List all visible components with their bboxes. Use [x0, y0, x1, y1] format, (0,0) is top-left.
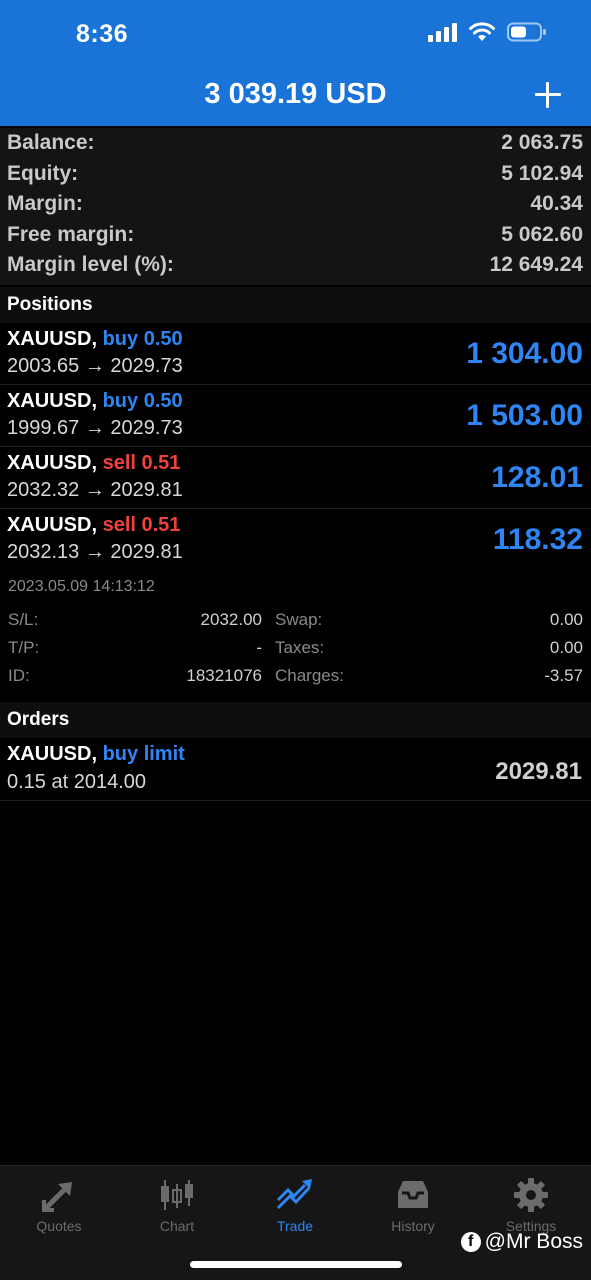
detail-label: S/L: — [8, 610, 39, 629]
position-symbol-line: XAUUSD, buy 0.50 — [7, 328, 183, 351]
position-profit: 1 503.00 — [466, 399, 583, 432]
position-symbol-line: XAUUSD, sell 0.51 — [7, 452, 180, 475]
position-symbol-line: XAUUSD, buy 0.50 — [7, 390, 183, 413]
detail-row: ID: 18321076 Charges: -3.57 — [0, 666, 591, 694]
tab-quotes[interactable]: Quotes — [0, 1176, 118, 1234]
position-prices: 2032.13 → 2029.81 — [7, 541, 183, 563]
summary-value: 12 649.24 — [489, 253, 583, 277]
account-summary: Balance: 2 063.75 Equity: 5 102.94 Margi… — [0, 128, 591, 285]
detail-value: 0.00 — [549, 610, 583, 629]
position-symbol: XAUUSD, — [7, 390, 98, 412]
tab-label: Quotes — [36, 1218, 82, 1234]
summary-value: 2 063.75 — [501, 131, 583, 155]
detail-row: S/L: 2032.00 Swap: 0.00 — [0, 610, 591, 638]
detail-label: Charges: — [275, 666, 344, 685]
trade-trend-icon — [236, 1176, 354, 1214]
summary-value: 40.34 — [530, 192, 583, 216]
detail-label: Taxes: — [275, 638, 325, 657]
summary-label: Margin level (%): — [7, 253, 174, 277]
summary-row-balance: Balance: 2 063.75 — [0, 128, 591, 159]
cellular-signal-icon — [428, 22, 457, 42]
tab-label: Chart — [159, 1218, 195, 1234]
summary-label: Balance: — [7, 131, 95, 155]
watermark-text: @Mr Boss — [484, 1230, 583, 1253]
facebook-icon: f — [460, 1232, 481, 1252]
summary-label: Equity: — [7, 161, 79, 185]
detail-value: - — [256, 638, 262, 657]
tab-label: Trade — [276, 1218, 314, 1234]
position-profit: 1 304.00 — [466, 337, 583, 370]
candlestick-icon — [118, 1176, 236, 1214]
position-symbol: XAUUSD, — [7, 514, 98, 536]
tab-chart[interactable]: Chart — [118, 1176, 236, 1234]
tab-history[interactable]: History — [354, 1176, 472, 1234]
summary-value: 5 062.60 — [501, 222, 583, 246]
position-profit: 128.01 — [491, 461, 583, 494]
detail-value: 18321076 — [186, 666, 262, 685]
summary-label: Margin: — [7, 192, 83, 216]
order-row[interactable]: XAUUSD, buy limit 0.15 at 2014.00 2029.8… — [0, 738, 591, 801]
watermark: f @Mr Boss — [460, 1230, 583, 1254]
order-symbol-line: XAUUSD, buy limit — [7, 743, 185, 766]
position-symbol: XAUUSD, — [7, 328, 98, 350]
status-time: 8:36 — [76, 20, 129, 48]
detail-value: 0.00 — [549, 638, 583, 657]
position-direction: buy 0.50 — [102, 328, 183, 350]
app-header: 8:36 3 039.19 USD — [0, 0, 591, 126]
order-symbol: XAUUSD, — [7, 743, 98, 765]
position-prices: 2003.65 → 2029.73 — [7, 355, 183, 377]
order-current-price: 2029.81 — [495, 758, 582, 785]
position-direction: sell 0.51 — [102, 514, 181, 536]
home-indicator[interactable] — [190, 1261, 402, 1268]
summary-row-margin-level: Margin level (%): 12 649.24 — [0, 250, 591, 281]
detail-label: T/P: — [8, 638, 40, 657]
account-total-title: 3 039.19 USD — [204, 78, 387, 110]
wifi-icon — [469, 22, 495, 42]
order-type: buy limit — [102, 743, 185, 765]
position-details: 2023.05.09 14:13:12 S/L: 2032.00 Swap: 0… — [0, 572, 591, 700]
position-row[interactable]: XAUUSD, buy 0.50 2003.65 → 2029.73 1 304… — [0, 323, 591, 385]
history-inbox-icon — [354, 1176, 472, 1214]
detail-row: T/P: - Taxes: 0.00 — [0, 638, 591, 666]
quotes-arrows-icon — [0, 1176, 118, 1214]
add-order-button[interactable] — [533, 80, 563, 110]
position-open-time: 2023.05.09 14:13:12 — [8, 578, 155, 595]
position-prices: 1999.67 → 2029.73 — [7, 417, 183, 439]
position-symbol-line: XAUUSD, sell 0.51 — [7, 514, 180, 537]
summary-row-equity: Equity: 5 102.94 — [0, 159, 591, 190]
position-row[interactable]: XAUUSD, buy 0.50 1999.67 → 2029.73 1 503… — [0, 385, 591, 447]
order-description: 0.15 at 2014.00 — [7, 771, 147, 793]
gear-icon — [472, 1176, 590, 1214]
trade-screen: 8:36 3 039.19 USD Balance: 2 063.75 Equi… — [0, 0, 591, 1280]
orders-section-header: Orders — [0, 702, 591, 738]
summary-row-free-margin: Free margin: 5 062.60 — [0, 220, 591, 251]
summary-label: Free margin: — [7, 222, 135, 246]
detail-label: ID: — [8, 666, 30, 685]
detail-label: Swap: — [275, 610, 323, 629]
position-row[interactable]: XAUUSD, sell 0.51 2032.32 → 2029.81 128.… — [0, 447, 591, 509]
position-row-expanded[interactable]: XAUUSD, sell 0.51 2032.13 → 2029.81 118.… — [0, 509, 591, 571]
position-direction: buy 0.50 — [102, 390, 183, 412]
tab-settings[interactable]: Settings — [472, 1176, 590, 1234]
summary-value: 5 102.94 — [501, 161, 583, 185]
status-icons — [428, 22, 547, 42]
tab-trade[interactable]: Trade — [236, 1176, 354, 1234]
summary-row-margin: Margin: 40.34 — [0, 189, 591, 220]
position-symbol: XAUUSD, — [7, 452, 98, 474]
position-direction: sell 0.51 — [102, 452, 181, 474]
battery-icon — [507, 22, 547, 42]
detail-value: -3.57 — [544, 666, 583, 685]
position-prices: 2032.32 → 2029.81 — [7, 479, 183, 501]
detail-value: 2032.00 — [200, 610, 262, 629]
position-profit: 118.32 — [492, 523, 583, 556]
positions-section-header: Positions — [0, 287, 591, 323]
tab-label: History — [391, 1218, 435, 1234]
